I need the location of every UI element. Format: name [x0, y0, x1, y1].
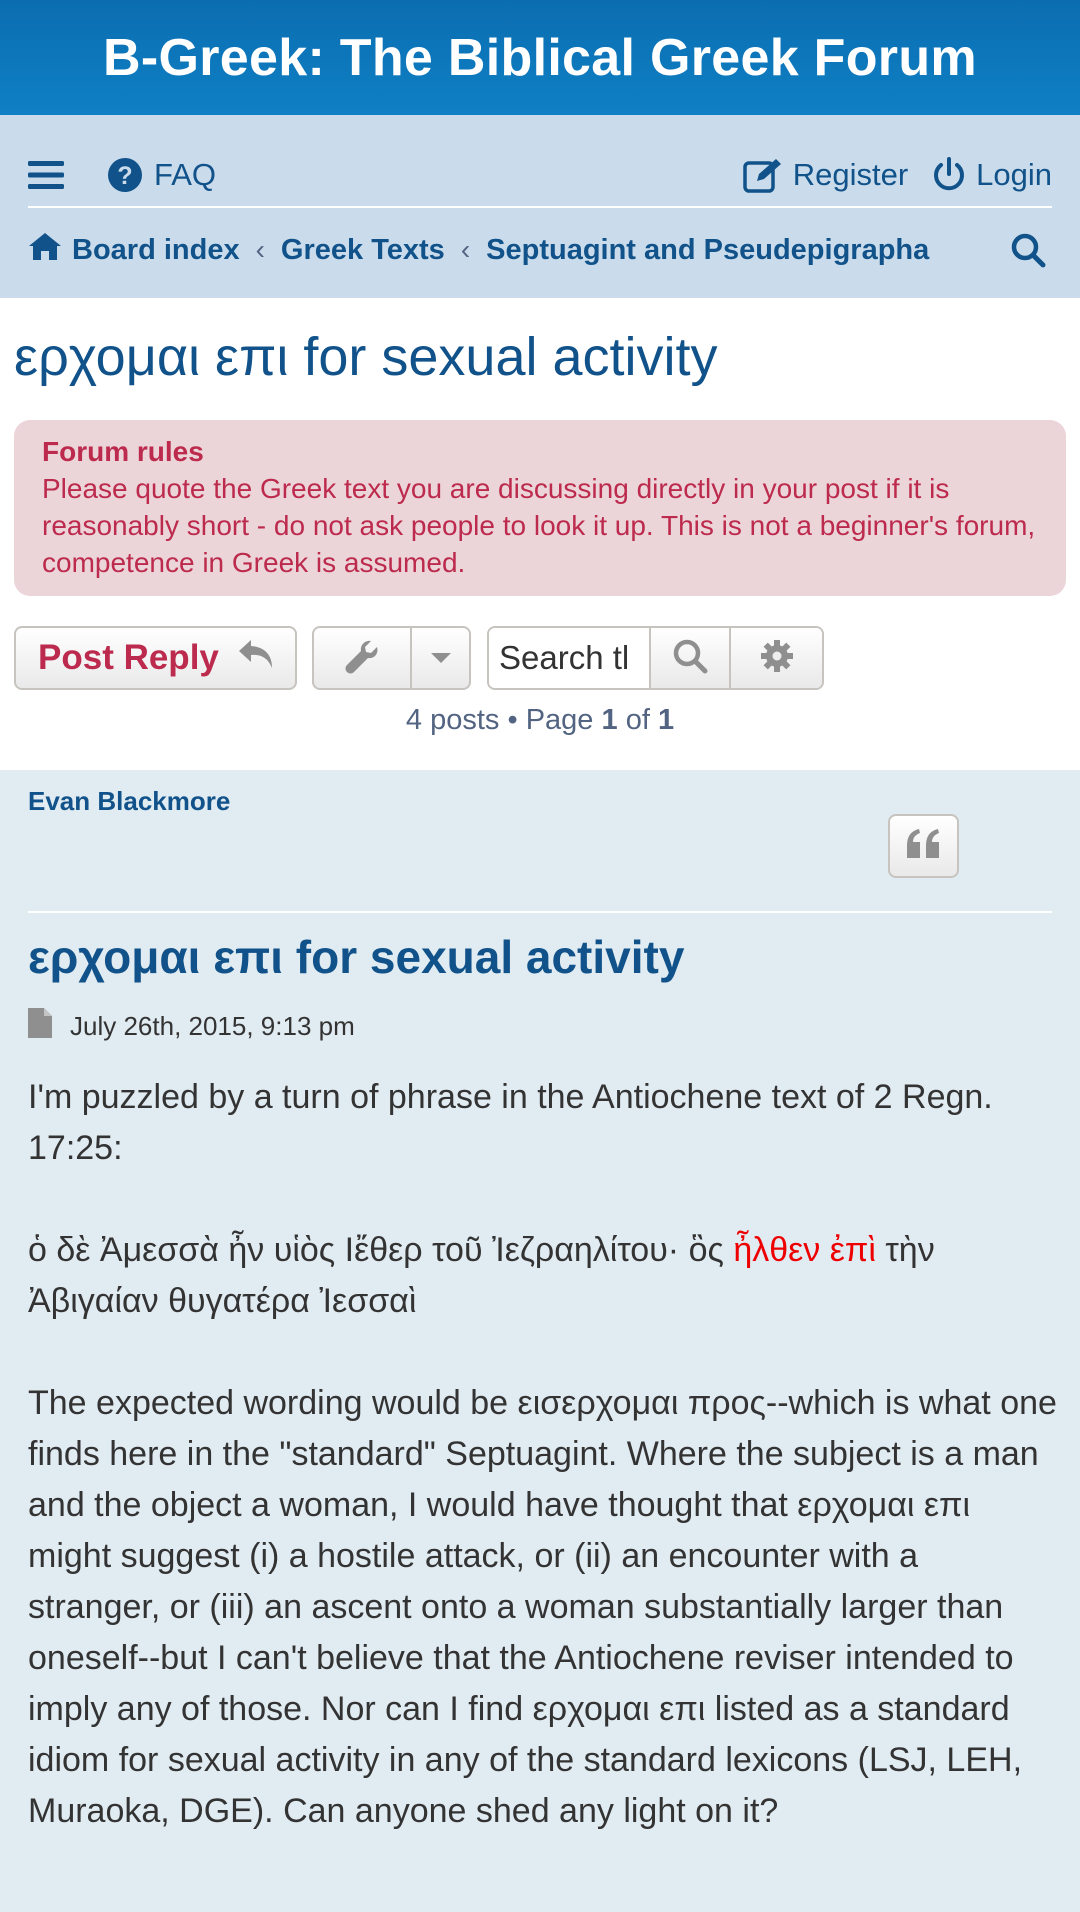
topic-search-box — [487, 626, 824, 690]
post-paragraph: I'm puzzled by a turn of phrase in the A… — [28, 1078, 993, 1167]
site-title[interactable]: B-Greek: The Biblical Greek Forum — [103, 28, 977, 88]
edit-icon — [742, 157, 783, 193]
breadcrumb-board-index[interactable]: Board index — [28, 231, 240, 269]
login-label: Login — [976, 157, 1052, 192]
advanced-search-button[interactable] — [729, 628, 822, 688]
topic-action-bar: Post Reply — [14, 626, 1066, 690]
register-label: Register — [792, 157, 909, 192]
breadcrumb: Board index ‹ Greek Texts ‹ Septuagint a… — [28, 215, 1052, 285]
nav-divider — [28, 206, 1052, 208]
topic-search-input[interactable] — [489, 628, 649, 688]
total-pages: 1 — [657, 704, 675, 736]
breadcrumb-separator: ‹ — [255, 234, 265, 265]
forum-rules-box: Forum rules Please quote the Greek text … — [14, 420, 1066, 596]
post-paragraph: The expected wording would be εισερχομαι… — [28, 1384, 1057, 1830]
question-circle-icon: ? — [108, 158, 142, 192]
post-divider — [28, 911, 1052, 913]
login-link[interactable]: Login — [932, 157, 1052, 193]
post-title[interactable]: ερχομαι επι for sexual activity — [28, 930, 684, 984]
breadcrumb-label: Board index — [72, 233, 240, 266]
post-meta: July 26th, 2015, 9:13 pm — [28, 1008, 355, 1045]
navbar: ? FAQ Register Login Board index ‹ Greek… — [0, 115, 1080, 298]
greek-highlight: ἦλθεν ἐπὶ — [733, 1231, 876, 1269]
topic-tools-dropdown[interactable] — [312, 626, 471, 690]
register-link[interactable]: Register — [742, 157, 909, 193]
wrench-icon — [314, 628, 412, 688]
search-icon — [672, 638, 708, 679]
post-container: Evan Blackmore ερχομαι επι for sexual ac… — [0, 770, 1080, 1912]
site-header: B-Greek: The Biblical Greek Forum — [0, 0, 1080, 115]
home-icon — [28, 231, 62, 269]
post-count: 4 posts • Page — [405, 704, 594, 736]
greek-text: ὁ δὲ Ἀμεσσὰ ἦν υἱὸς Ιἔθερ τοῦ Ἰεζραηλίτο… — [28, 1231, 734, 1269]
page-of: of — [625, 704, 650, 736]
gear-icon — [760, 639, 794, 678]
nav-main-row: ? FAQ Register Login — [28, 140, 1052, 210]
pagination-info: 4 posts • Page 1 of 1 — [0, 704, 1080, 737]
quote-button[interactable] — [888, 814, 959, 878]
quote-icon — [905, 828, 943, 865]
forum-rules-text: Please quote the Greek text you are disc… — [42, 473, 1036, 578]
post-author[interactable]: Evan Blackmore — [28, 786, 230, 817]
topic-title[interactable]: ερχομαι επι for sexual activity — [14, 326, 718, 388]
current-page: 1 — [601, 704, 618, 736]
reply-icon — [219, 638, 275, 679]
post-body: I'm puzzled by a turn of phrase in the A… — [28, 1072, 1058, 1837]
greek-quote: ὁ δὲ Ἀμεσσὰ ἦν υἱὸς Ιἔθερ τοῦ Ἰεζραηλίτο… — [28, 1225, 1058, 1327]
post-date: July 26th, 2015, 9:13 pm — [70, 1011, 355, 1041]
post-reply-label: Post Reply — [38, 638, 219, 677]
hamburger-icon[interactable] — [28, 160, 64, 190]
file-icon[interactable] — [28, 1008, 70, 1045]
search-icon[interactable] — [1010, 232, 1046, 268]
svg-text:?: ? — [117, 162, 132, 190]
chevron-down-icon — [412, 628, 469, 688]
search-submit-button[interactable] — [649, 628, 729, 688]
power-icon — [932, 157, 966, 193]
breadcrumb-greek-texts[interactable]: Greek Texts — [281, 234, 445, 267]
breadcrumb-septuagint[interactable]: Septuagint and Pseudepigrapha — [486, 234, 929, 267]
faq-label: FAQ — [154, 157, 217, 192]
breadcrumb-separator: ‹ — [460, 234, 471, 265]
faq-link[interactable]: ? FAQ — [108, 157, 216, 193]
post-reply-button[interactable]: Post Reply — [14, 626, 297, 690]
forum-rules-title: Forum rules — [42, 436, 204, 467]
